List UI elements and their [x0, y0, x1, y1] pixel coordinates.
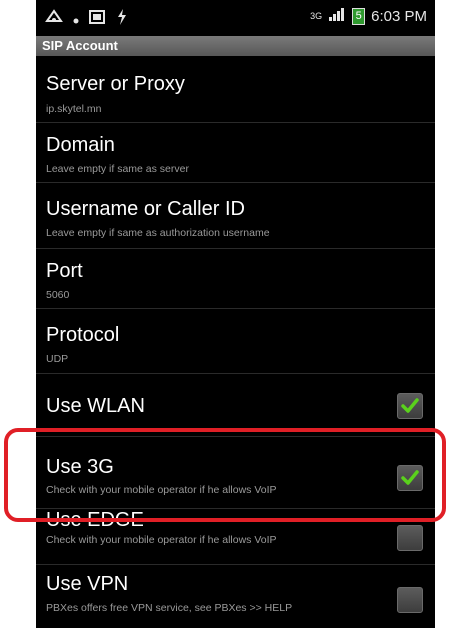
network-3g-icon: 3G — [310, 10, 323, 21]
sd-card-icon — [88, 9, 106, 30]
dot-icon — [73, 11, 79, 29]
setting-server-or-proxy[interactable]: Server or Proxy ip.skytel.mn — [36, 56, 435, 123]
setting-username-or-caller-id[interactable]: Username or Caller ID Leave empty if sam… — [36, 183, 435, 249]
setting-summary: ip.skytel.mn — [46, 103, 102, 115]
checkmark-icon — [401, 398, 419, 413]
setting-summary: PBXes offers free VPN service, see PBXes… — [46, 602, 293, 614]
setting-title: Protocol — [46, 324, 120, 346]
setting-use-vpn[interactable]: Use VPN PBXes offers free VPN service, s… — [36, 565, 435, 628]
phone-screen: 3G 5 6:03 PM SIP Account Server or Proxy… — [36, 0, 435, 628]
setting-protocol[interactable]: Protocol UDP — [36, 309, 435, 374]
system-indicators: 3G 5 6:03 PM — [310, 6, 427, 26]
setting-summary: Leave empty if same as authorization use… — [46, 227, 270, 239]
setting-summary: 5060 — [46, 289, 70, 301]
use-edge-checkbox[interactable] — [397, 525, 423, 551]
setting-domain[interactable]: Domain Leave empty if same as server — [36, 123, 435, 183]
battery-icon: 5 — [352, 7, 366, 25]
setting-title: Domain — [46, 134, 115, 156]
usb-debug-icon — [115, 8, 129, 31]
battery-label: 5 — [355, 9, 362, 22]
setting-title: Server or Proxy — [46, 73, 185, 95]
settings-list: Server or Proxy ip.skytel.mn Domain Leav… — [36, 56, 435, 628]
setting-title: Use VPN — [46, 573, 129, 595]
setting-summary: Check with your mobile operator if he al… — [46, 534, 277, 546]
highlight-annotation — [4, 428, 446, 522]
setting-port[interactable]: Port 5060 — [36, 249, 435, 309]
android-usb-icon — [44, 9, 64, 30]
setting-title: Username or Caller ID — [46, 198, 245, 220]
setting-summary: UDP — [46, 353, 69, 365]
setting-title: Port — [46, 260, 83, 282]
signal-icon — [328, 6, 346, 26]
use-vpn-checkbox[interactable] — [397, 587, 423, 613]
setting-title: Use WLAN — [46, 395, 145, 417]
status-bar: 3G 5 6:03 PM — [36, 0, 435, 36]
use-wlan-checkbox[interactable] — [397, 393, 423, 419]
page-title: SIP Account — [36, 36, 435, 56]
notification-icons — [44, 8, 129, 31]
clock: 6:03 PM — [371, 7, 427, 25]
setting-summary: Leave empty if same as server — [46, 163, 189, 175]
